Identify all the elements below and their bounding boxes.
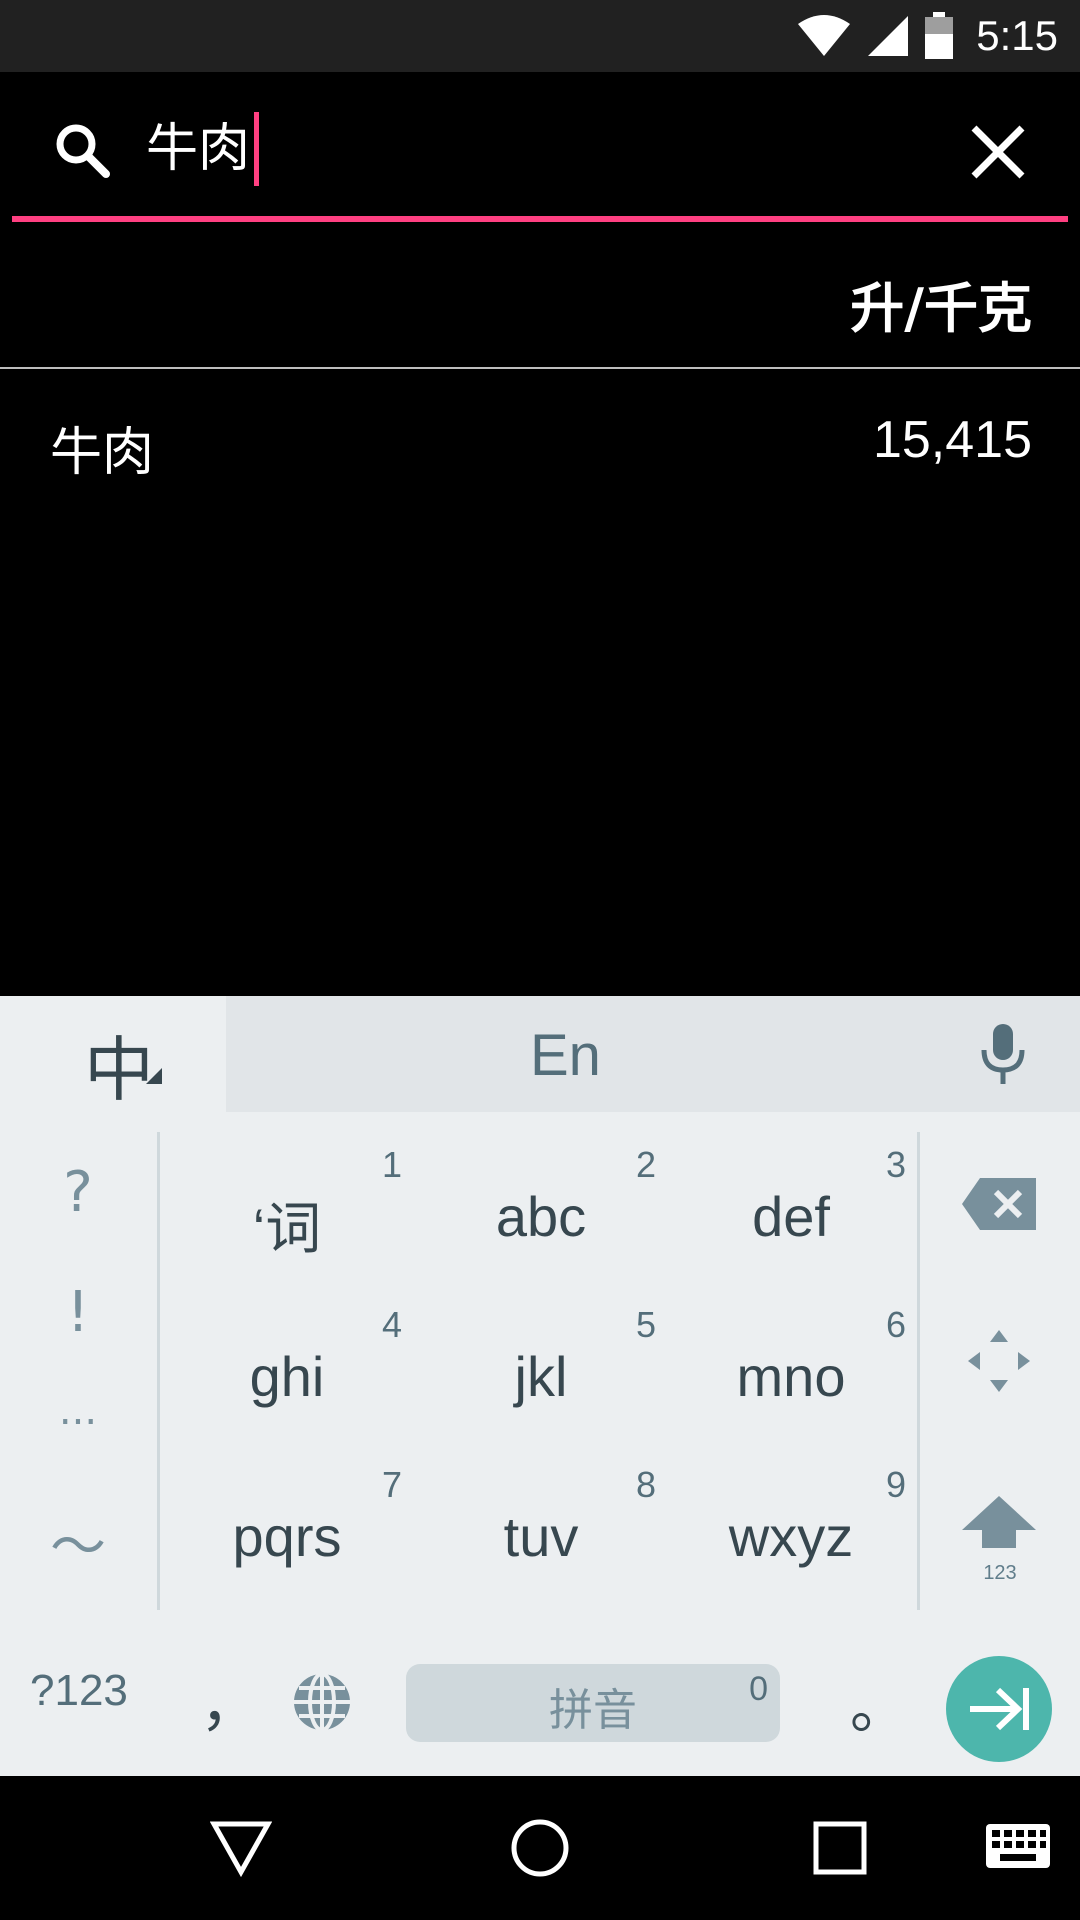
key-number: 4 bbox=[381, 1304, 402, 1345]
key-8[interactable]: tuv 8 bbox=[414, 1452, 668, 1602]
space-key[interactable]: 拼音 0 bbox=[406, 1664, 780, 1742]
key-label: jkl bbox=[514, 1345, 568, 1408]
key-4[interactable]: ghi 4 bbox=[160, 1292, 414, 1442]
wifi-icon bbox=[798, 15, 851, 56]
key-label: ghi bbox=[249, 1345, 325, 1408]
key-7[interactable]: pqrs 7 bbox=[160, 1452, 414, 1602]
key-number: 9 bbox=[885, 1464, 906, 1505]
symbol-key-exclaim[interactable]: ! bbox=[0, 1280, 156, 1345]
key-3[interactable]: def 3 bbox=[664, 1132, 918, 1282]
divider bbox=[0, 367, 1080, 369]
table-header: 升/千克 bbox=[0, 224, 1080, 368]
status-bar: 5:15 bbox=[0, 0, 1080, 72]
search-icon[interactable] bbox=[52, 120, 112, 180]
home-icon[interactable] bbox=[510, 1818, 570, 1878]
result-value: 15,415 bbox=[872, 411, 1032, 469]
search-underline bbox=[12, 216, 1068, 222]
key-number: 5 bbox=[635, 1304, 656, 1345]
clock: 5:15 bbox=[976, 12, 1058, 59]
tab-arrow-icon bbox=[970, 1687, 1029, 1731]
search-bar: 牛肉 bbox=[0, 72, 1080, 224]
period-key[interactable]: 。 bbox=[850, 1660, 908, 1744]
key-number: 0 bbox=[749, 1670, 768, 1708]
key-label: ‘词 bbox=[252, 1197, 322, 1260]
close-icon[interactable] bbox=[966, 120, 1030, 184]
shift-sublabel: 123 bbox=[983, 1562, 1017, 1584]
symbol-key-ellipsis[interactable]: ... bbox=[0, 1388, 156, 1434]
search-input[interactable]: 牛肉 bbox=[146, 112, 260, 186]
candidate-bar: En bbox=[226, 996, 1080, 1112]
backspace-icon[interactable] bbox=[962, 1178, 1036, 1230]
symbol-column: ? ! ... ～ bbox=[0, 1116, 156, 1616]
lang-switch-zh[interactable]: 中 bbox=[0, 996, 226, 1112]
key-label: mno bbox=[736, 1345, 846, 1408]
signal-icon bbox=[868, 16, 909, 56]
symbol-key-question[interactable]: ? bbox=[0, 1160, 156, 1225]
text-cursor bbox=[254, 112, 260, 186]
keyboard-bottom-row: ?123 ， 拼音 0 。 bbox=[0, 1626, 1080, 1776]
recents-icon[interactable] bbox=[812, 1820, 868, 1876]
key-label: abc bbox=[495, 1185, 587, 1248]
globe-icon[interactable] bbox=[290, 1670, 354, 1734]
screen: 5:15 牛肉 升/千克 牛肉 15,415 中 En ? ! ... ～ ‘词… bbox=[0, 0, 1080, 1920]
space-label: 拼音 bbox=[549, 1685, 637, 1736]
key-1[interactable]: ‘词 1 bbox=[160, 1132, 414, 1282]
key-number: 8 bbox=[635, 1464, 656, 1505]
lang-switch-en[interactable]: En bbox=[530, 1022, 601, 1089]
cursor-move-icon[interactable] bbox=[968, 1330, 1030, 1392]
key-number: 7 bbox=[381, 1464, 402, 1505]
enter-button[interactable] bbox=[946, 1656, 1052, 1762]
shift-icon[interactable] bbox=[962, 1496, 1036, 1548]
comma-key[interactable]: ， bbox=[200, 1656, 260, 1743]
battery-icon bbox=[925, 12, 954, 59]
key-number: 1 bbox=[381, 1144, 402, 1185]
key-9[interactable]: wxyz 9 bbox=[664, 1452, 918, 1602]
key-number: 6 bbox=[885, 1304, 906, 1345]
keyboard-icon[interactable] bbox=[986, 1824, 1050, 1868]
microphone-icon[interactable] bbox=[974, 1022, 1032, 1086]
navigation-bar bbox=[0, 1776, 1080, 1920]
symbols-mode-key[interactable]: ?123 bbox=[30, 1666, 128, 1716]
unit-label: 升/千克 bbox=[850, 277, 1032, 340]
key-number: 3 bbox=[885, 1144, 906, 1185]
key-label: wxyz bbox=[728, 1505, 854, 1568]
search-query: 牛肉 bbox=[146, 119, 251, 179]
keyboard: 中 En ? ! ... ～ ‘词 1 abc 2 def 3 ghi 4 jk… bbox=[0, 996, 1080, 1776]
key-label: pqrs bbox=[232, 1505, 342, 1568]
lang-zh-label: 中 bbox=[84, 1029, 154, 1111]
key-5[interactable]: jkl 5 bbox=[414, 1292, 668, 1442]
symbol-key-tilde[interactable]: ～ bbox=[0, 1502, 156, 1583]
back-icon[interactable] bbox=[210, 1818, 272, 1878]
lang-dropdown-indicator bbox=[146, 1068, 162, 1084]
key-number: 2 bbox=[635, 1144, 656, 1185]
result-name: 牛肉 bbox=[50, 423, 155, 483]
key-6[interactable]: mno 6 bbox=[664, 1292, 918, 1442]
table-row[interactable]: 牛肉 15,415 bbox=[0, 380, 1080, 500]
key-label: def bbox=[752, 1185, 830, 1248]
key-label: tuv bbox=[503, 1505, 579, 1568]
key-2[interactable]: abc 2 bbox=[414, 1132, 668, 1282]
